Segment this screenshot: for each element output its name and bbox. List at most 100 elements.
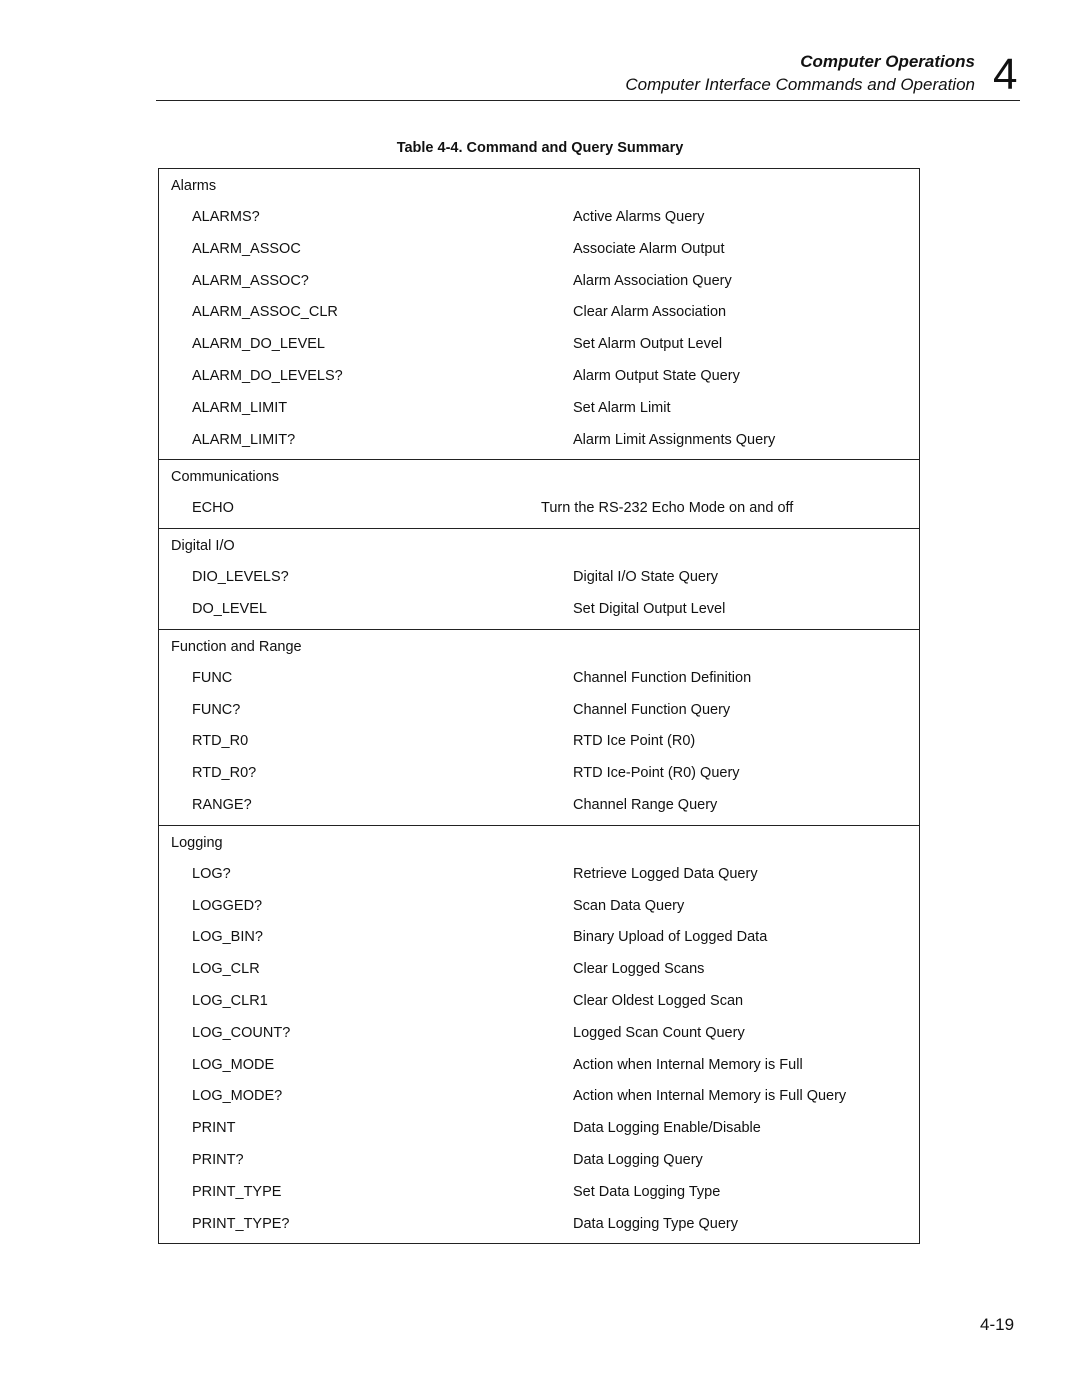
command-name: LOG? [192, 865, 231, 882]
command-name: ALARM_ASSOC? [192, 272, 309, 289]
group-title: Digital I/O [171, 538, 235, 555]
command-name: ALARM_LIMIT? [192, 431, 296, 448]
command-name: PRINT? [192, 1151, 244, 1168]
table-row: PRINT_TYPE? Data Logging Type Query [159, 1208, 919, 1240]
group-title: Communications [171, 469, 279, 486]
command-name: ALARM_ASSOC [192, 240, 301, 257]
table-row: ALARM_DO_LEVELS? Alarm Output State Query [159, 360, 919, 392]
chapter-number: 4 [993, 50, 1018, 99]
command-name: DIO_LEVELS? [192, 569, 289, 586]
command-name: ALARMS? [192, 209, 260, 225]
command-description: Binary Upload of Logged Data [573, 929, 768, 946]
command-description: Clear Oldest Logged Scan [573, 992, 744, 1009]
command-name: LOG_MODE? [192, 1088, 283, 1105]
command-description: RTD Ice Point (R0) [573, 733, 696, 750]
command-name: LOG_COUNT? [192, 1024, 291, 1041]
table-row: ALARM_ASSOC Associate Alarm Output [159, 233, 919, 265]
command-name: FUNC [192, 669, 233, 686]
table-row: LOGGED? Scan Data Query [159, 890, 919, 922]
table-row: ALARM_ASSOC? Alarm Association Query [159, 265, 919, 297]
table-group: Alarms ALARMS? Active Alarms Query ALARM_AS… [159, 169, 919, 459]
table-row: FUNC? Channel Function Query [159, 694, 919, 726]
table-group: Communications ECHO Turn the RS-232 Echo M… [159, 459, 919, 528]
command-description: Data Logging Query [573, 1151, 703, 1168]
command-description: Set Digital Output Level [573, 600, 726, 617]
command-description: Clear Logged Scans [573, 961, 705, 978]
table-row: ECHO Turn the RS-232 Echo Mode on and off [159, 492, 919, 524]
command-name: LOG_CLR1 [192, 992, 268, 1009]
table-row: DO_LEVEL Set Digital Output Level [159, 593, 919, 625]
command-name: LOG_BIN? [192, 929, 263, 946]
command-description: Set Alarm Limit [573, 399, 671, 416]
header-rule [156, 100, 1020, 101]
table-row: RTD_R0 RTD Ice Point (R0) [159, 725, 919, 757]
command-name: RTD_R0? [192, 765, 257, 782]
command-description: Active Alarms Query [573, 209, 705, 225]
table-row: FUNC Channel Function Definition [159, 662, 919, 694]
table-row: ALARM_DO_LEVEL Set Alarm Output Level [159, 328, 919, 360]
table-row: LOG_COUNT? Logged Scan Count Query [159, 1017, 919, 1049]
command-description: Retrieve Logged Data Query [573, 865, 758, 882]
command-summary-table: Alarms ALARMS? Active Alarms Query ALARM_AS… [158, 168, 920, 1245]
command-description: Alarm Association Query [573, 272, 732, 289]
command-name: LOGGED? [192, 897, 263, 914]
table-row: PRINT_TYPE Set Data Logging Type [159, 1176, 919, 1208]
command-description: Clear Alarm Association [573, 304, 727, 321]
command-name: PRINT_TYPE [192, 1183, 282, 1200]
command-name: ALARM_DO_LEVEL [192, 336, 325, 353]
command-name: ECHO [192, 500, 234, 517]
page-number: 4-19 [980, 1315, 1015, 1334]
command-name: PRINT [192, 1120, 236, 1137]
command-name: ALARM_DO_LEVELS? [192, 367, 343, 384]
command-description: Alarm Output State Query [573, 367, 740, 384]
table-row: ALARM_ASSOC_CLR Clear Alarm Association [159, 296, 919, 328]
table-row: ALARM_LIMIT Set Alarm Limit [159, 392, 919, 424]
table-group: Function and Range FUNC Channel Function D… [159, 628, 919, 825]
command-description: Set Alarm Output Level [573, 336, 723, 353]
command-description: Scan Data Query [573, 897, 685, 914]
command-description: Turn the RS-232 Echo Mode on and off [541, 500, 794, 517]
command-description: Data Logging Enable/Disable [573, 1120, 761, 1137]
table-row: ALARM_LIMIT? Alarm Limit Assignments Quer… [159, 424, 919, 456]
command-description: Action when Internal Memory is Full [573, 1056, 803, 1073]
table-group: Digital I/O DIO_LEVELS? Digital I/O State … [159, 528, 919, 629]
command-description: Alarm Limit Assignments Query [573, 431, 776, 448]
command-description: Channel Function Query [573, 701, 731, 718]
command-name: FUNC? [192, 701, 241, 718]
command-description: Channel Function Definition [573, 669, 752, 686]
table-row: RANGE? Channel Range Query [159, 789, 919, 821]
group-title: Alarms [171, 178, 217, 194]
command-name: LOG_CLR [192, 961, 260, 978]
command-name: DO_LEVEL [192, 600, 267, 617]
table-row: PRINT Data Logging Enable/Disable [159, 1112, 919, 1144]
table-group: Logging LOG? Retrieve Logged Data Query LOG… [159, 824, 919, 1244]
command-description: Associate Alarm Output [573, 240, 725, 257]
table-caption: Table 4-4. Command and Query Summary [396, 140, 684, 156]
command-name: LOG_MODE [192, 1056, 275, 1073]
table-row: LOG_MODE? Action when Internal Memory is … [159, 1080, 919, 1112]
command-description: Channel Range Query [573, 796, 718, 813]
subsection-title: Computer Interface Commands and Operatio… [625, 75, 975, 94]
command-name: RANGE? [192, 796, 252, 813]
table-row: LOG? Retrieve Logged Data Query [159, 858, 919, 890]
command-name: RTD_R0 [192, 733, 249, 750]
command-description: Data Logging Type Query [573, 1215, 738, 1232]
table-row: RTD_R0? RTD Ice-Point (R0) Query [159, 757, 919, 789]
command-name: ALARM_LIMIT [192, 399, 288, 416]
table-row: LOG_MODE Action when Internal Memory is F… [159, 1049, 919, 1081]
table-row: LOG_CLR Clear Logged Scans [159, 953, 919, 985]
group-title: Function and Range [171, 638, 302, 655]
group-title: Logging [171, 834, 223, 851]
table-row: LOG_BIN? Binary Upload of Logged Data [159, 921, 919, 953]
table-row: ALARMS? Active Alarms Query [159, 201, 919, 233]
command-name: PRINT_TYPE? [192, 1215, 290, 1232]
table-row: LOG_CLR1 Clear Oldest Logged Scan [159, 985, 919, 1017]
command-description: Logged Scan Count Query [573, 1024, 745, 1041]
command-name: ALARM_ASSOC_CLR [192, 304, 338, 321]
table-row: DIO_LEVELS? Digital I/O State Query [159, 561, 919, 593]
table-row: PRINT? Data Logging Query [159, 1144, 919, 1176]
section-title: Computer Operations [800, 52, 975, 71]
command-description: RTD Ice-Point (R0) Query [573, 765, 740, 782]
command-description: Digital I/O State Query [573, 569, 719, 586]
command-description: Set Data Logging Type [573, 1183, 721, 1200]
